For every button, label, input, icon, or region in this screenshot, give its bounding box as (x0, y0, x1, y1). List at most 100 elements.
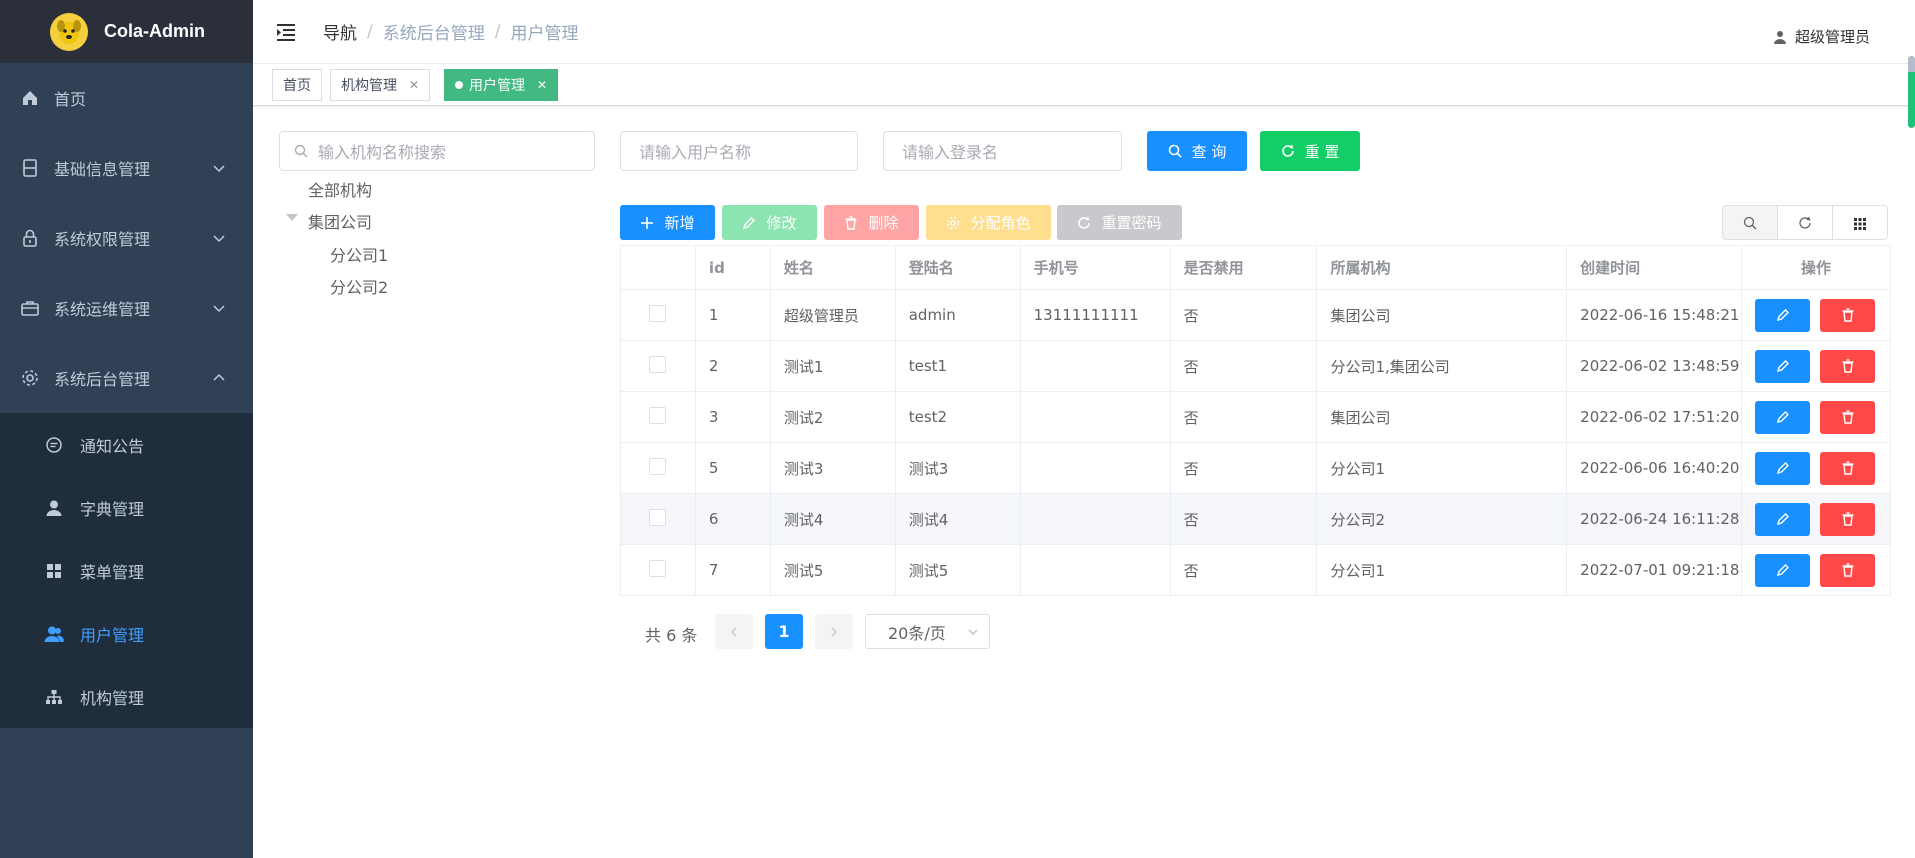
close-icon[interactable]: ✕ (409, 78, 419, 92)
row-delete-button[interactable] (1820, 502, 1876, 536)
sidebar-item-label: 首页 (54, 90, 87, 109)
tag-users[interactable]: 用户管理 ✕ (444, 69, 559, 101)
user-menu[interactable]: 超级管理员 (1773, 26, 1870, 47)
caret-down-icon[interactable] (286, 214, 298, 221)
tree-node-branch1[interactable]: 分公司1 (330, 242, 388, 266)
sidebar-item-org[interactable]: 机构管理 (0, 665, 253, 728)
table-row[interactable]: 1 超级管理员 admin 13111111111 否集团公司 2022-06-16 15… (620, 289, 1891, 341)
column-header: 登陆名 (894, 245, 1021, 290)
sidebar-item-users[interactable]: 用户管理 (0, 602, 253, 665)
cell-created: 2022-06-24 16:11:28 (1566, 493, 1743, 545)
tree-node-group[interactable]: 集团公司 (308, 209, 372, 233)
toolbox-icon (20, 298, 40, 318)
hamburger-menu-icon[interactable] (275, 20, 299, 44)
lock-icon (20, 228, 40, 248)
delete-button[interactable]: 删除 (824, 205, 919, 240)
cell-name: 测试5 (769, 544, 896, 596)
cell-name: 测试3 (769, 442, 896, 494)
add-button[interactable]: 新增 (620, 205, 715, 240)
page-number-button[interactable]: 1 (765, 614, 803, 649)
refresh-button[interactable] (1777, 205, 1833, 240)
logo[interactable]: Cola-Admin (0, 0, 253, 63)
cell-org: 分公司1 (1316, 544, 1568, 596)
row-checkbox[interactable] (649, 559, 667, 577)
sidebar-item-ops[interactable]: 系统运维管理 (0, 273, 253, 343)
row-edit-button[interactable] (1755, 400, 1811, 434)
table-body: 1 超级管理员 admin 13111111111 否集团公司 2022-06-16 15… (620, 289, 1891, 596)
chevron-down-icon (213, 235, 225, 243)
row-edit-button[interactable] (1755, 553, 1811, 587)
close-icon[interactable]: ✕ (537, 78, 547, 92)
app-title: Cola-Admin (104, 21, 205, 41)
cell-phone (1019, 391, 1171, 443)
tree-node-branch2[interactable]: 分公司2 (330, 274, 388, 298)
row-checkbox[interactable] (649, 457, 667, 475)
message-icon (44, 435, 64, 455)
table-row[interactable]: 2 测试1 test1 否分公司1,集团公司 2022-06-02 13:48:59 (620, 340, 1891, 392)
sidebar-item-permission[interactable]: 系统权限管理 (0, 203, 253, 273)
table-row[interactable]: 7 测试5 测试5 否分公司1 2022-07-01 09:21:18 (620, 544, 1891, 596)
login-search-input[interactable]: 请输入登录名 (883, 131, 1122, 171)
prev-page-button[interactable] (715, 614, 753, 649)
row-delete-button[interactable] (1820, 451, 1876, 485)
breadcrumb-separator: / (494, 21, 501, 42)
cell-disabled: 否 (1169, 442, 1318, 494)
cell-name: 测试2 (769, 391, 896, 443)
tag-label: 首页 (283, 78, 311, 94)
breadcrumb-item-nav[interactable]: 导航 (323, 19, 357, 44)
cell-created: 2022-07-01 09:21:18 (1566, 544, 1743, 596)
org-search-input[interactable]: 输入机构名称搜索 (279, 131, 595, 171)
row-checkbox[interactable] (649, 406, 667, 424)
row-checkbox-cell (620, 391, 696, 443)
table-row[interactable]: 3 测试2 test2 否集团公司 2022-06-02 17:51:20 (620, 391, 1891, 443)
tree-node-all[interactable]: 全部机构 (308, 177, 372, 201)
sidebar-item-label: 系统后台管理 (54, 370, 151, 389)
reset-button[interactable]: 重 置 (1260, 131, 1360, 171)
columns-button[interactable] (1832, 205, 1888, 240)
sidebar-item-backend[interactable]: 系统后台管理 (0, 343, 253, 413)
page-size-select[interactable]: 20条/页 (865, 614, 990, 649)
cell-actions (1741, 340, 1891, 392)
sidebar-item-basic-info[interactable]: 基础信息管理 (0, 133, 253, 203)
row-delete-button[interactable] (1820, 349, 1876, 383)
row-checkbox[interactable] (649, 508, 667, 526)
cell-name: 超级管理员 (769, 289, 896, 341)
username-search-input[interactable]: 请输入用户名称 (620, 131, 858, 171)
cell-name: 测试1 (769, 340, 896, 392)
row-delete-button[interactable] (1820, 553, 1876, 587)
row-delete-button[interactable] (1820, 298, 1876, 332)
assign-role-button[interactable]: 分配角色 (926, 205, 1051, 240)
toggle-search-button[interactable] (1722, 205, 1778, 240)
button-label: 新增 (664, 214, 695, 232)
tag-home[interactable]: 首页 (272, 69, 322, 101)
edit-button[interactable]: 修改 (722, 205, 817, 240)
user-table: id 姓名 登陆名 手机号 是否禁用 所属机构 创建时间 操作 1 超级管理员 ad… (620, 245, 1891, 596)
sidebar-item-dict[interactable]: 字典管理 (0, 476, 253, 539)
row-checkbox[interactable] (649, 355, 667, 373)
query-button[interactable]: 查 询 (1147, 131, 1247, 171)
table-row[interactable]: 5 测试3 测试3 否分公司1 2022-06-06 16:40:20 (620, 442, 1891, 494)
reset-password-button[interactable]: 重置密码 (1057, 205, 1182, 240)
tag-org[interactable]: 机构管理 ✕ (330, 69, 431, 101)
sidebar-item-menu[interactable]: 菜单管理 (0, 539, 253, 602)
cell-id: 1 (694, 289, 771, 341)
row-checkbox[interactable] (649, 304, 667, 322)
row-edit-button[interactable] (1755, 502, 1811, 536)
cell-phone (1019, 442, 1171, 494)
cell-phone (1019, 544, 1171, 596)
edit-icon (1776, 411, 1789, 424)
sidebar-item-notice[interactable]: 通知公告 (0, 413, 253, 476)
cell-login: 测试3 (894, 442, 1021, 494)
row-edit-button[interactable] (1755, 298, 1811, 332)
table-row[interactable]: 6 测试4 测试4 否分公司2 2022-06-24 16:11:28 (620, 493, 1891, 545)
gear-icon (947, 216, 960, 229)
next-page-button[interactable] (815, 614, 853, 649)
cell-org: 分公司1,集团公司 (1316, 340, 1568, 392)
cell-disabled: 否 (1169, 493, 1318, 545)
row-edit-button[interactable] (1755, 349, 1811, 383)
row-delete-button[interactable] (1820, 400, 1876, 434)
sidebar-item-home[interactable]: 首页 (0, 63, 253, 133)
cell-disabled: 否 (1169, 289, 1318, 341)
row-edit-button[interactable] (1755, 451, 1811, 485)
refresh-icon (1281, 144, 1294, 157)
